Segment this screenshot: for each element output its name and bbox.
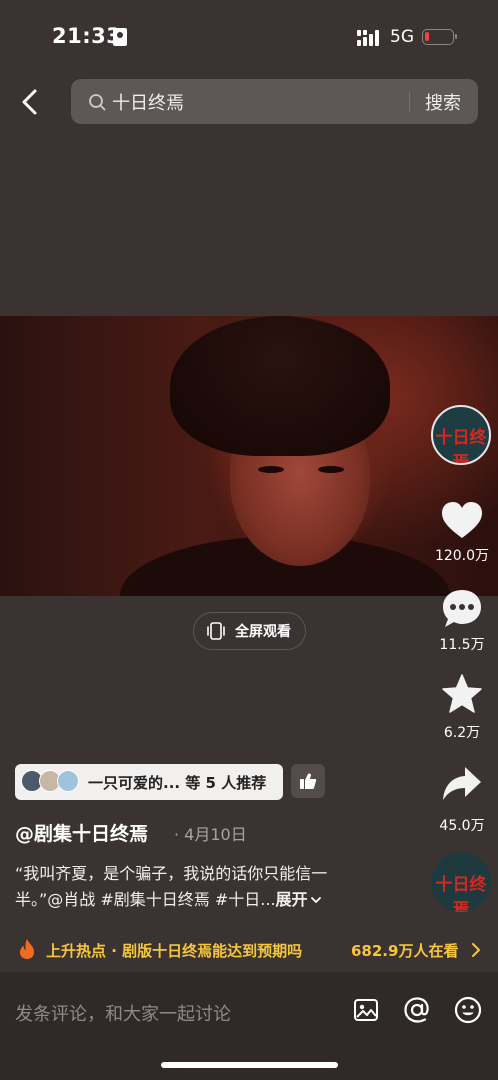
status-time: 21:33 <box>52 24 122 48</box>
search-divider <box>409 92 410 112</box>
fire-icon <box>20 939 34 959</box>
video-figure-hair <box>170 316 390 456</box>
id-card-icon <box>113 28 127 46</box>
search-icon <box>89 94 106 111</box>
channel-avatar[interactable]: 十日终焉 <box>431 405 491 465</box>
expand-link[interactable]: 展开 <box>276 890 308 909</box>
share-icon[interactable] <box>441 765 483 803</box>
post-date: · 4月10日 <box>174 825 247 844</box>
image-icon[interactable] <box>353 997 379 1023</box>
comment-count: 11.5万 <box>439 637 485 653</box>
video-figure-eye <box>318 466 344 473</box>
favorite-count: 6.2万 <box>443 725 481 741</box>
fullscreen-label: 全屏观看 <box>235 624 291 640</box>
recommend-button[interactable] <box>291 764 325 798</box>
post-description-line: “我叫齐夏，是个骗子，我说的话你只能信一 <box>15 864 328 883</box>
battery-icon <box>422 29 457 45</box>
network-type: 5G <box>390 27 414 47</box>
avatar <box>57 770 79 792</box>
hot-topic-text[interactable]: 上升热点 · 剧版十日终焉能达到预期吗 <box>46 940 302 961</box>
thumb-up-icon <box>300 773 317 789</box>
search-input[interactable]: 十日终焉 <box>112 89 184 115</box>
music-disc-avatar[interactable]: 十日终焉 <box>431 852 491 912</box>
heart-icon[interactable] <box>440 500 484 540</box>
post-description-line: 半。”@肖战 #剧集十日终焉 #十日...展开 <box>15 886 322 910</box>
hot-topic-viewers: 682.9万人在看 <box>351 942 459 960</box>
back-icon[interactable] <box>18 88 42 116</box>
author-name[interactable]: @剧集十日终焉 <box>15 819 148 846</box>
at-icon[interactable] <box>402 995 432 1025</box>
recommend-text: 一只可爱的... 等 5 人推荐 <box>88 774 267 792</box>
star-icon[interactable] <box>441 673 483 715</box>
chevron-down-icon[interactable] <box>310 895 322 905</box>
video-figure-eye <box>258 466 284 473</box>
channel-logo-text: 十日终焉 <box>435 428 487 465</box>
like-count: 120.0万 <box>434 548 490 564</box>
signal-icon <box>357 30 379 46</box>
home-indicator <box>161 1062 338 1068</box>
post-description-text: 半。”@肖战 #剧集十日终焉 #十日... <box>15 890 276 909</box>
share-count: 45.0万 <box>439 818 485 834</box>
video-player[interactable] <box>0 316 498 596</box>
comment-icon[interactable] <box>441 588 483 630</box>
emoji-icon[interactable] <box>453 995 483 1025</box>
rotate-screen-icon <box>207 622 225 640</box>
music-disc-logo-text: 十日终焉 <box>435 875 487 912</box>
comment-input[interactable]: 发条评论，和大家一起讨论 <box>15 1000 231 1026</box>
chevron-right-icon[interactable] <box>470 941 482 959</box>
search-button[interactable]: 搜索 <box>425 89 461 115</box>
